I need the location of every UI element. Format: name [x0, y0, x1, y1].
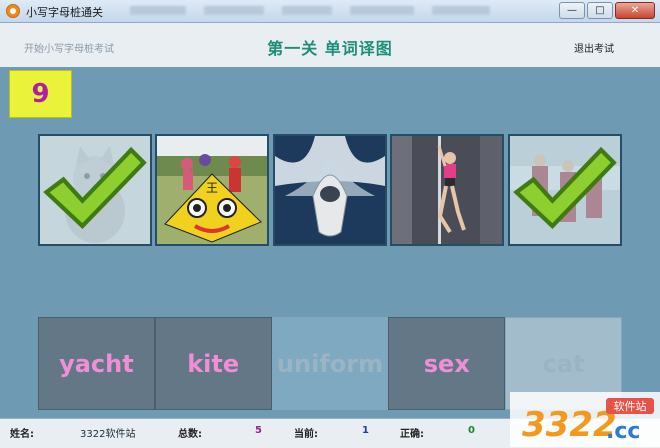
- check-icon: [513, 146, 617, 230]
- svg-text:3322: 3322: [522, 405, 617, 445]
- correct-value: 0: [468, 425, 475, 436]
- window-title: 小写字母桩通关: [26, 6, 103, 19]
- minimize-button[interactable]: —: [559, 2, 585, 19]
- site-watermark-logo: 3322 .cc 软件站: [510, 392, 660, 447]
- name-label: 姓名:: [10, 429, 34, 440]
- app-icon: [6, 4, 20, 18]
- picture-card-cat[interactable]: [38, 134, 152, 246]
- exit-exam-button[interactable]: 退出考试: [574, 40, 614, 55]
- maximize-button[interactable]: □: [587, 2, 613, 19]
- picture-card-yacht[interactable]: [273, 134, 387, 246]
- score-counter: 9: [9, 70, 72, 118]
- window-controls: — □ ✕: [559, 2, 655, 19]
- current-value: 1: [362, 425, 369, 436]
- picture-card-dancer[interactable]: [390, 134, 504, 246]
- current-label: 当前:: [294, 429, 318, 440]
- close-button[interactable]: ✕: [615, 2, 655, 19]
- dancer-photo: [392, 136, 502, 244]
- total-value: 5: [255, 425, 262, 436]
- picture-card-kite[interactable]: 王: [155, 134, 269, 246]
- header-bar: 开始小写字母桩考试 第一关 单词译图 退出考试: [0, 23, 660, 67]
- svg-text:王: 王: [206, 181, 218, 195]
- svg-text:软件站: 软件站: [614, 399, 647, 413]
- word-tile-kite[interactable]: kite: [154, 317, 272, 410]
- word-tile-uniform: uniform: [271, 317, 389, 410]
- word-tile-yacht[interactable]: yacht: [38, 317, 155, 410]
- picture-card-uniform[interactable]: [508, 134, 622, 246]
- yacht-photo: [275, 136, 385, 244]
- minimize-icon: —: [567, 5, 577, 16]
- close-icon: ✕: [630, 5, 640, 16]
- total-label: 总数:: [178, 429, 202, 440]
- word-tile-sex[interactable]: sex: [388, 317, 506, 410]
- kite-photo: 王: [157, 136, 267, 244]
- check-icon: [43, 146, 147, 230]
- level-title: 第一关 单词译图: [267, 39, 393, 58]
- correct-label: 正确:: [400, 429, 424, 440]
- title-bar: 小写字母桩通关 — □ ✕: [0, 0, 660, 23]
- svg-text:.cc: .cc: [606, 419, 640, 444]
- name-value: 3322软件站: [80, 429, 136, 440]
- maximize-icon: □: [595, 5, 605, 16]
- blurred-taskbar-items: [130, 4, 550, 17]
